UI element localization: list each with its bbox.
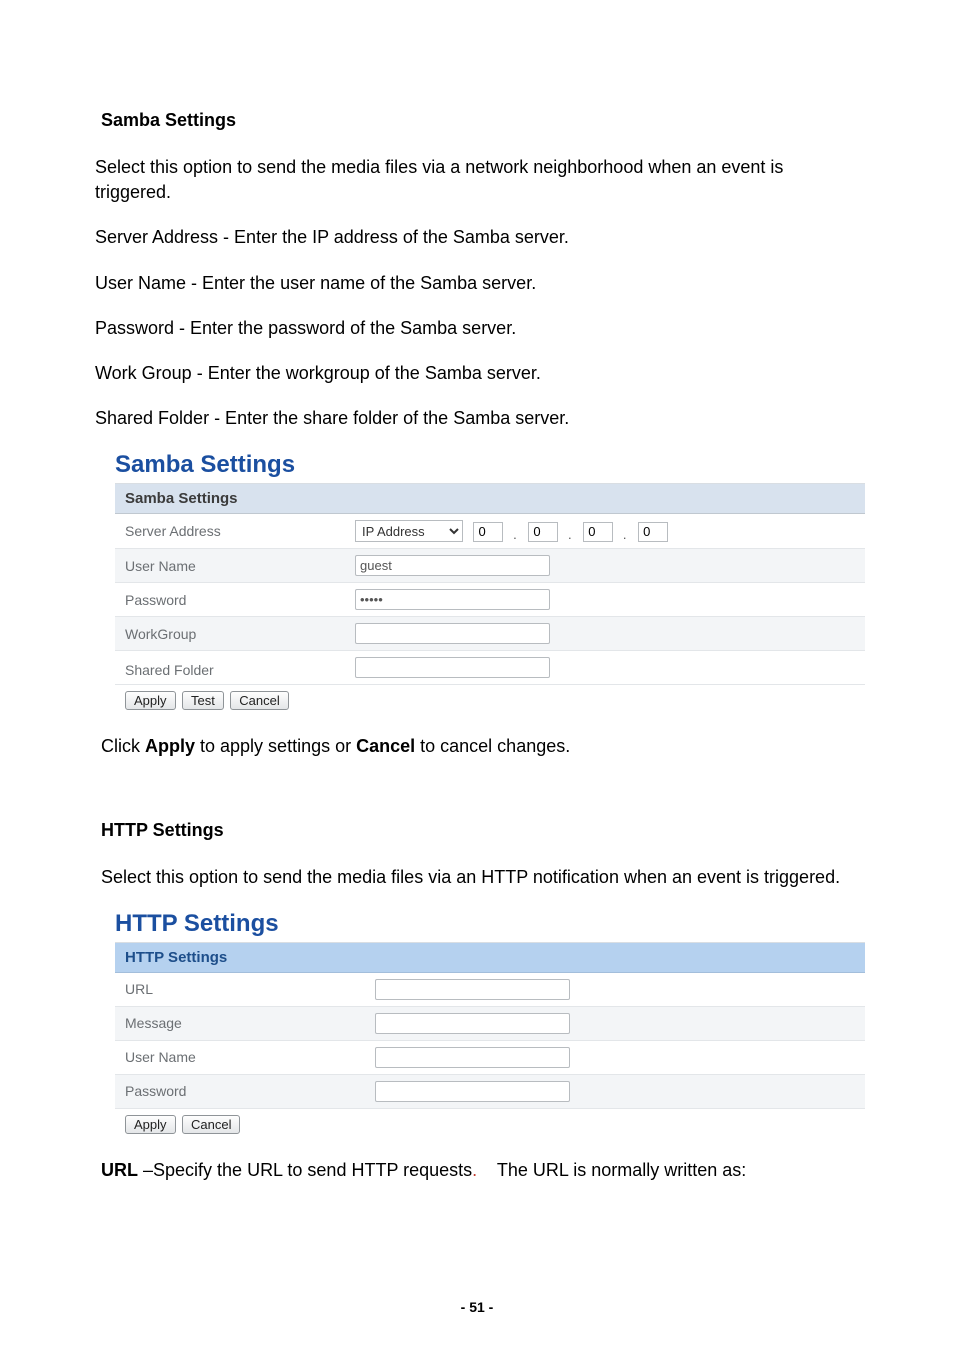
samba-intro-paragraph: Select this option to send the media fil…: [95, 155, 859, 205]
ip-octet-2-input[interactable]: [528, 522, 558, 542]
http-panel-header: HTTP Settings: [115, 942, 865, 972]
samba-password-label: Password: [115, 583, 345, 617]
samba-apply-button[interactable]: Apply: [125, 691, 176, 710]
samba-user-name-desc: User Name - Enter the user name of the S…: [95, 271, 859, 296]
samba-server-address-label: Server Address: [115, 514, 345, 549]
http-password-input[interactable]: [375, 1081, 570, 1102]
url-desc-text-2: The URL is normally written as:: [477, 1160, 746, 1180]
http-url-input[interactable]: [375, 979, 570, 1000]
http-url-label: URL: [115, 972, 365, 1006]
samba-password-row: Password: [115, 583, 865, 617]
samba-shared-folder-row: Shared Folder: [115, 651, 865, 685]
samba-shared-folder-label: Shared Folder: [115, 651, 345, 685]
samba-user-name-input[interactable]: [355, 555, 550, 576]
samba-user-name-label: User Name: [115, 549, 345, 583]
http-user-name-label: User Name: [115, 1040, 365, 1074]
apply-cancel-note: Click Apply to apply settings or Cancel …: [101, 734, 859, 759]
samba-panel-header: Samba Settings: [115, 484, 865, 514]
spacer: [95, 780, 859, 820]
http-apply-button[interactable]: Apply: [125, 1115, 176, 1134]
url-desc-text-1: –Specify the URL to send HTTP requests: [138, 1160, 472, 1180]
apply-cancel-mid: to apply settings or: [195, 736, 356, 756]
samba-panel-title: Samba Settings: [115, 451, 859, 479]
http-message-input[interactable]: [375, 1013, 570, 1034]
ip-octet-3-input[interactable]: [583, 522, 613, 542]
samba-workgroup-row: WorkGroup: [115, 617, 865, 651]
apply-cancel-post: to cancel changes.: [415, 736, 570, 756]
http-button-row: Apply Cancel: [115, 1108, 865, 1142]
url-description-paragraph: URL –Specify the URL to send HTTP reques…: [101, 1158, 859, 1183]
server-address-type-select[interactable]: IP Address: [355, 520, 463, 542]
samba-cancel-button[interactable]: Cancel: [230, 691, 288, 710]
http-user-name-input[interactable]: [375, 1047, 570, 1068]
dot-icon: .: [512, 527, 518, 542]
apply-cancel-pre: Click: [101, 736, 145, 756]
samba-button-row: Apply Test Cancel: [115, 685, 865, 719]
samba-password-desc: Password - Enter the password of the Sam…: [95, 316, 859, 341]
samba-test-button[interactable]: Test: [182, 691, 224, 710]
http-settings-panel: HTTP Settings URL Message User Name Pass…: [115, 942, 865, 1142]
cancel-bold-text: Cancel: [356, 736, 415, 756]
http-password-label: Password: [115, 1074, 365, 1108]
samba-password-input[interactable]: [355, 589, 550, 610]
samba-server-address-row: Server Address IP Address . . .: [115, 514, 865, 549]
samba-shared-folder-input[interactable]: [355, 657, 550, 678]
http-settings-heading: HTTP Settings: [101, 820, 859, 841]
samba-settings-heading: Samba Settings: [101, 110, 859, 131]
samba-settings-panel: Samba Settings Server Address IP Address…: [115, 483, 865, 718]
http-message-row: Message: [115, 1006, 865, 1040]
page-number-footer: - 51 -: [0, 1299, 954, 1315]
dot-icon: .: [622, 527, 628, 542]
samba-server-address-desc: Server Address - Enter the IP address of…: [95, 225, 859, 250]
samba-user-name-row: User Name: [115, 549, 865, 583]
http-panel-title: HTTP Settings: [115, 910, 859, 938]
samba-workgroup-label: WorkGroup: [115, 617, 345, 651]
http-intro-paragraph: Select this option to send the media fil…: [101, 865, 859, 890]
apply-bold-text: Apply: [145, 736, 195, 756]
http-password-row: Password: [115, 1074, 865, 1108]
samba-shared-folder-desc: Shared Folder - Enter the share folder o…: [95, 406, 859, 431]
samba-workgroup-input[interactable]: [355, 623, 550, 644]
http-cancel-button[interactable]: Cancel: [182, 1115, 240, 1134]
http-user-name-row: User Name: [115, 1040, 865, 1074]
samba-workgroup-desc: Work Group - Enter the workgroup of the …: [95, 361, 859, 386]
http-message-label: Message: [115, 1006, 365, 1040]
url-desc-bold: URL: [101, 1160, 138, 1180]
dot-icon: .: [567, 527, 573, 542]
ip-octet-1-input[interactable]: [473, 522, 503, 542]
document-page: Samba Settings Select this option to sen…: [0, 0, 954, 1350]
ip-octet-4-input[interactable]: [638, 522, 668, 542]
http-url-row: URL: [115, 972, 865, 1006]
